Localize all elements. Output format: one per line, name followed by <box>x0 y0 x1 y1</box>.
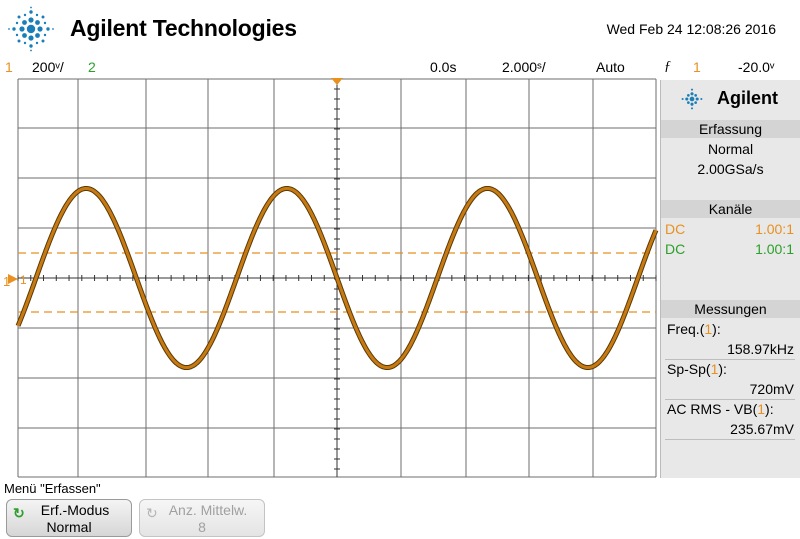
ch1-indicator[interactable]: 1 <box>5 59 13 75</box>
meas-acrms-value: 235.67mV <box>730 421 794 437</box>
ch2-indicator[interactable]: 2 <box>88 59 96 75</box>
meas-freq-label: Freq.(1): <box>667 321 721 337</box>
header-bar: Agilent Technologies Wed Feb 24 12:08:26… <box>0 0 800 56</box>
acquisition-mode-softkey[interactable]: ↻ Erf.-Modus Normal <box>6 499 132 537</box>
agilent-logo-icon <box>681 88 703 110</box>
softkey-value: Normal <box>46 519 92 535</box>
softkey-label: Anz. Mittelw. <box>168 502 248 518</box>
ch1-scale[interactable]: 200ᵛ/ <box>32 59 64 75</box>
acquisition-mode: Normal <box>707 141 754 157</box>
status-bar: 1 200ᵛ/ 2 0.0s 2.000ˢ/ Auto ƒ 1 -20.0ᵛ <box>0 57 800 77</box>
meas-separator <box>665 359 795 360</box>
waveform-display[interactable]: 1 1 <box>0 77 660 478</box>
trigger-edge-icon: ƒ <box>664 59 671 74</box>
datetime: Wed Feb 24 12:08:26 2016 <box>606 21 776 37</box>
measurements-header: Messungen <box>661 300 800 318</box>
ch1-probe: 1.00:1 <box>755 221 794 237</box>
trigger-mode[interactable]: Auto <box>596 59 625 75</box>
meas-pkpk-value: 720mV <box>749 381 794 397</box>
meas-separator <box>665 439 795 440</box>
channels-header: Kanäle <box>661 200 800 218</box>
meas-freq-value: 158.97kHz <box>727 341 794 357</box>
meas-acrms-label: AC RMS - VB(1): <box>667 401 774 417</box>
meas-pkpk-label: Sp-Sp(1): <box>667 361 727 377</box>
brand-title: Agilent Technologies <box>70 15 297 41</box>
info-panel: Agilent Erfassung Normal 2.00GSa/s Kanäl… <box>660 80 800 478</box>
sample-rate: 2.00GSa/s <box>697 161 764 177</box>
ch2-probe: 1.00:1 <box>755 241 794 257</box>
softkey-value: 8 <box>198 519 206 535</box>
trigger-source[interactable]: 1 <box>693 59 701 75</box>
ch2-coupling: DC <box>665 241 686 257</box>
averages-softkey[interactable]: ↻ Anz. Mittelw. 8 <box>139 499 265 537</box>
trigger-level[interactable]: -20.0ᵛ <box>738 59 774 75</box>
ch1-level-label: 1 <box>20 273 27 287</box>
ch1-coupling: DC <box>665 221 686 237</box>
timebase[interactable]: 2.000ˢ/ <box>502 59 546 75</box>
softkey-label: Erf.-Modus <box>40 502 110 518</box>
agilent-spark-icon <box>8 6 54 52</box>
menu-title: Menü "Erfassen" <box>4 481 101 496</box>
meas-separator <box>665 399 795 400</box>
panel-logo-text: Agilent <box>717 88 778 108</box>
horizontal-delay[interactable]: 0.0s <box>430 59 456 75</box>
acquisition-header: Erfassung <box>661 120 800 138</box>
